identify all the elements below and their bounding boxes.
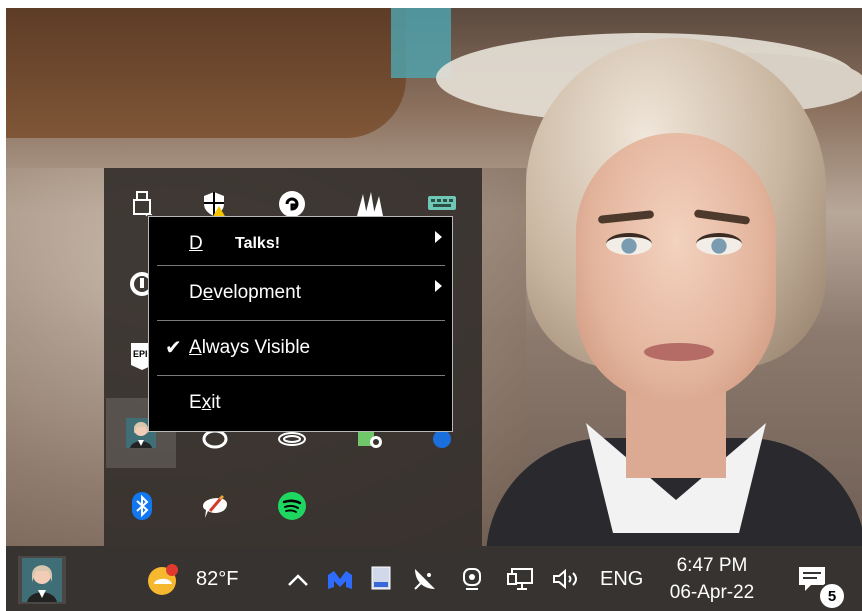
webcam-icon[interactable]: [458, 564, 486, 594]
avatar-brow-right: [693, 209, 751, 225]
clock-date: 06-Apr-22: [669, 582, 755, 603]
taskbar-app-portrait[interactable]: [18, 556, 66, 604]
satellite-icon[interactable]: [410, 564, 440, 594]
tray-context-menu: D Talks! Development ✔ Always Visible Ex…: [148, 216, 453, 432]
taskbar: 82°F ENG 6:47 PM 06-Apr-22 5: [6, 546, 862, 611]
avatar-eye-right: [696, 233, 742, 255]
menu-item-development-label: Development: [189, 282, 301, 303]
malwarebytes-icon[interactable]: [324, 568, 356, 592]
pencil-icon[interactable]: [199, 490, 231, 522]
menu-item-exit-label: Exit: [189, 392, 221, 413]
clock-time: 6:47 PM: [676, 555, 748, 576]
avatar-character: [486, 38, 862, 546]
wallpaper-arch: [6, 8, 406, 138]
avatar-eye-left: [606, 233, 652, 255]
menu-item-development[interactable]: Development: [149, 266, 452, 320]
menu-item-always-visible[interactable]: ✔ Always Visible: [149, 321, 452, 375]
weather-temperature[interactable]: 82°F: [196, 568, 238, 591]
notification-count-badge: 5: [818, 582, 846, 610]
clock[interactable]: 6:47 PM 06-Apr-22: [642, 552, 782, 606]
spotify-icon[interactable]: [276, 490, 308, 522]
menu-item-always-visible-label: Always Visible: [189, 337, 311, 358]
menu-item-talks[interactable]: D Talks!: [149, 217, 452, 271]
bluetooth-icon[interactable]: [126, 490, 158, 522]
menu-item-exit[interactable]: Exit: [149, 376, 452, 430]
input-language[interactable]: ENG: [600, 568, 643, 591]
volume-icon[interactable]: [550, 564, 584, 594]
menu-item-talks-label: Talks!: [235, 235, 281, 252]
network-icon[interactable]: [504, 564, 538, 594]
checkmark-icon: ✔: [165, 337, 182, 359]
weather-icon[interactable]: [142, 562, 182, 598]
storage-icon[interactable]: [368, 564, 394, 592]
submenu-arrow-icon: [435, 231, 442, 243]
submenu-arrow-icon: [435, 280, 442, 292]
avatar-brow-left: [597, 210, 655, 224]
avatar-mouth: [644, 343, 714, 361]
menu-item-talks-prefix: D: [189, 233, 203, 254]
chevron-up-icon[interactable]: [284, 568, 312, 592]
avatar-face: [576, 133, 776, 403]
